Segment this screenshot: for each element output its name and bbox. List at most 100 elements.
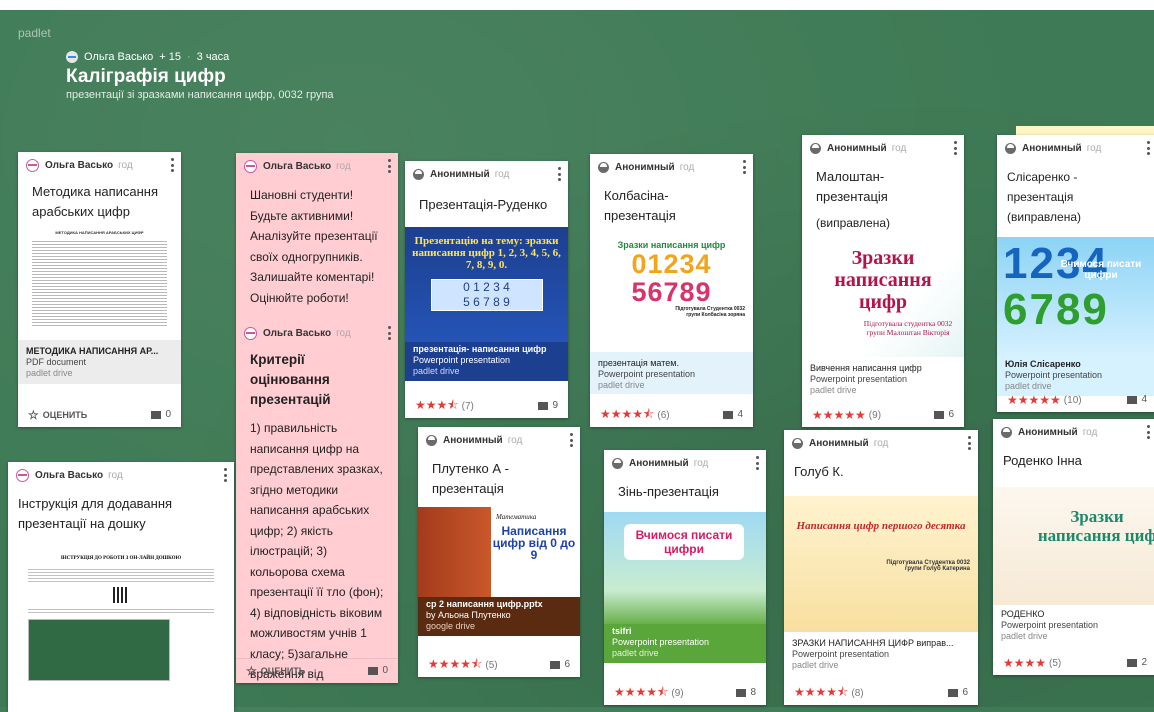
post-card-plutenko[interactable]: Анонимный год Плутенко А - презентація М… xyxy=(418,427,580,677)
attachment-name: tsifri xyxy=(612,626,632,636)
comment-count: 9 xyxy=(552,400,558,411)
attachment-info[interactable]: ср 2 написання цифр.pptx by Альона Плуте… xyxy=(418,597,580,636)
document-preview[interactable]: ІНСТРУКЦІЯ ДО РОБОТИ З ОН-ЛАЙН ДОШКОЮ xyxy=(8,538,234,681)
comments-button[interactable]: 4 xyxy=(723,409,743,420)
attachment-name: Вивчення написання цифр xyxy=(810,363,922,373)
contributors-count[interactable]: + 15 xyxy=(159,51,181,63)
attachment-info[interactable]: РОДЕНКО Powerpoint presentation padlet d… xyxy=(993,605,1154,646)
globe-icon xyxy=(66,51,78,63)
post-footer: ★★★★⯪ (5) 6 xyxy=(418,653,580,677)
attachment-source: padlet drive xyxy=(26,368,73,378)
post-title-note: (виправлена) xyxy=(816,216,890,230)
wall-subtitle: презентації зі зразками написання цифр, … xyxy=(66,89,334,101)
thumbnail-digits-bottom: 6789 xyxy=(1003,285,1109,334)
attachment-source: google drive xyxy=(426,621,476,631)
more-options-icon[interactable] xyxy=(968,436,972,450)
post-card-kolbasina[interactable]: Анонимный год Колбасіна-презентація Зраз… xyxy=(590,154,753,427)
post-footer: ★★★★★ (10) 4 xyxy=(997,388,1154,412)
more-options-icon[interactable] xyxy=(1147,141,1151,155)
attachment-source: padlet drive xyxy=(810,385,857,395)
post-time: год xyxy=(336,160,351,172)
rate-button[interactable]: ☆ ОЦЕНИТЬ xyxy=(246,664,305,678)
rating-count: (8) xyxy=(851,687,864,699)
post-header: Анонимный год xyxy=(590,154,753,180)
rating-stars[interactable]: ★★★★⯪ xyxy=(794,683,848,704)
presentation-thumbnail[interactable]: 1234 6789 Вчимося писати цифри xyxy=(997,237,1154,357)
post-card-zin[interactable]: Анонимный год Зінь-презентація Вчимося п… xyxy=(604,450,766,705)
attachment-info[interactable]: tsifri Powerpoint presentation padlet dr… xyxy=(604,624,766,663)
comments-button[interactable]: 0 xyxy=(368,665,388,676)
rating-stars[interactable]: ★★★★★ xyxy=(1007,393,1061,407)
attachment-info[interactable]: ЗРАЗКИ НАПИСАННЯ ЦИФР виправ... Powerpoi… xyxy=(784,632,978,675)
rating-count: (5) xyxy=(1049,657,1062,669)
more-options-icon[interactable] xyxy=(570,433,574,447)
post-card-rodenko[interactable]: Анонимный год Роденко Інна Зразки написа… xyxy=(993,419,1154,675)
comments-button[interactable]: 8 xyxy=(736,687,756,698)
comment-icon xyxy=(538,401,549,410)
post-time: год xyxy=(336,327,351,339)
attachment-info[interactable]: МЕТОДИКА НАПИСАННЯ АР... PDF document pa… xyxy=(18,340,181,384)
post-card-methodology[interactable]: Ольга Васько год Методика написання араб… xyxy=(18,152,181,427)
attachment-info[interactable]: Вивчення написання цифр Powerpoint prese… xyxy=(802,357,964,400)
post-author: Анонимный xyxy=(827,142,887,154)
presentation-thumbnail[interactable]: Презентацію на тему: зразки написання ци… xyxy=(405,227,568,342)
presentation-thumbnail[interactable]: Написання цифр першого десятка Підготува… xyxy=(784,496,978,632)
more-options-icon[interactable] xyxy=(743,160,747,174)
more-options-icon[interactable] xyxy=(756,456,760,470)
thumbnail-text: Написання цифр першого десятка xyxy=(796,520,966,532)
presentation-thumbnail[interactable]: Математика Написання цифр від 0 до 9 xyxy=(418,507,580,597)
post-header: Анонимный год xyxy=(997,135,1154,161)
rating-stars[interactable]: ★★★★⯪ xyxy=(614,683,668,704)
comments-button[interactable]: 6 xyxy=(550,659,570,670)
comments-button[interactable]: 9 xyxy=(538,400,558,411)
more-options-icon[interactable] xyxy=(388,159,392,173)
post-card-instructions-pink[interactable]: Ольга Васько год Шановні студенти! Будьт… xyxy=(236,153,398,683)
post-header: Ольга Васько год xyxy=(236,153,398,179)
comments-button[interactable]: 4 xyxy=(1127,394,1147,405)
post-card-maloshtan[interactable]: Анонимный год Малоштан-презентація (випр… xyxy=(802,135,964,427)
post-card-slisarenko[interactable]: Анонимный год Слісаренко - презентація (… xyxy=(997,135,1154,412)
presentation-thumbnail[interactable]: Зразки написання цифр 01234 56789 Підгот… xyxy=(590,236,753,352)
comment-icon xyxy=(1127,658,1138,667)
attachment-name: презентація матем. xyxy=(598,358,679,368)
thumbnail-text: Вчимося писати цифри xyxy=(624,524,744,560)
comment-icon xyxy=(736,688,747,697)
post-author: Анонимный xyxy=(1018,426,1078,438)
rating-stars[interactable]: ★★★★ xyxy=(1003,656,1046,670)
rate-button[interactable]: ☆ ОЦЕНИТЬ xyxy=(28,408,87,422)
more-options-icon[interactable] xyxy=(1147,425,1151,439)
thumbnail-credit: Підготувала Студентка 0032 групи Голуб К… xyxy=(886,560,970,572)
comments-button[interactable]: 2 xyxy=(1127,657,1147,668)
comment-icon xyxy=(934,410,945,419)
more-options-icon[interactable] xyxy=(388,326,392,340)
rating-stars[interactable]: ★★★★★ xyxy=(812,408,866,422)
comments-button[interactable]: 6 xyxy=(934,409,954,420)
attachment-info[interactable]: презентація- написання цифр Powerpoint p… xyxy=(405,342,568,381)
comments-button[interactable]: 0 xyxy=(151,409,171,420)
rating-stars[interactable]: ★★★⯪ xyxy=(415,396,459,417)
attachment-info[interactable]: презентація матем. Powerpoint presentati… xyxy=(590,352,753,394)
anonymous-avatar xyxy=(426,434,437,446)
anonymous-avatar xyxy=(598,161,609,173)
padlet-logo[interactable]: padlet xyxy=(18,26,51,40)
post-card-rudenko[interactable]: Анонимный год Презентація-Руденко Презен… xyxy=(405,161,568,418)
wall-author[interactable]: Ольга Васько xyxy=(84,51,153,63)
presentation-thumbnail[interactable]: Зразки написання циф xyxy=(993,487,1154,605)
presentation-thumbnail[interactable]: Зразки написання цифр Підготувала студен… xyxy=(802,241,964,357)
attachment-source: padlet drive xyxy=(413,366,460,376)
post-card-instruction[interactable]: Ольга Васько год Інструкція для додаванн… xyxy=(8,462,234,712)
rating-stars[interactable]: ★★★★⯪ xyxy=(428,655,482,676)
more-options-icon[interactable] xyxy=(954,141,958,155)
pdf-preview[interactable]: МЕТОДИКА НАПИСАННЯ АРАБСЬКИХ ЦИФР xyxy=(18,226,181,340)
comments-button[interactable]: 6 xyxy=(948,687,968,698)
comment-icon xyxy=(550,660,561,669)
presentation-thumbnail[interactable]: Вчимося писати цифри xyxy=(604,512,766,624)
post-author: Анонимный xyxy=(1022,142,1082,154)
rating-stars[interactable]: ★★★★⯪ xyxy=(600,405,654,426)
more-options-icon[interactable] xyxy=(171,158,175,172)
attachment-source: padlet drive xyxy=(598,380,645,390)
more-options-icon[interactable] xyxy=(224,468,228,482)
post-card-golub[interactable]: Анонимный год Голуб К. Написання цифр пе… xyxy=(784,430,978,705)
comment-count: 6 xyxy=(962,687,968,698)
more-options-icon[interactable] xyxy=(558,167,562,181)
